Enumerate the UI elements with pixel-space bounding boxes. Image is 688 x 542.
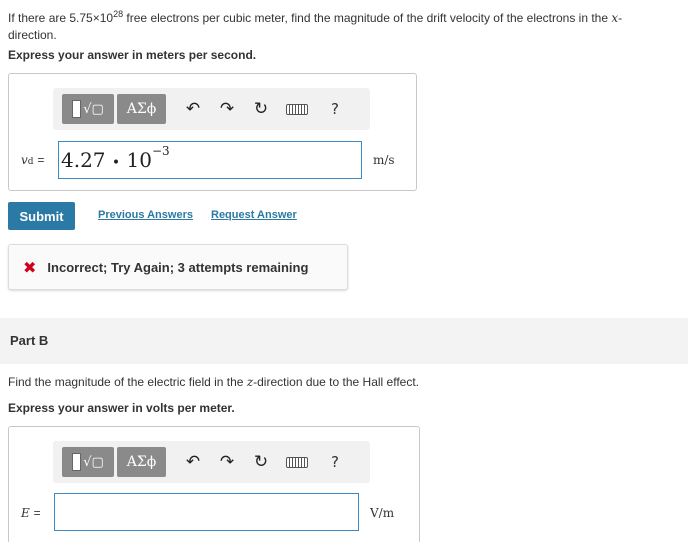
part-b-header[interactable]: Part B (0, 318, 688, 364)
question-text-line2: direction. (8, 28, 57, 42)
fraction-sqrt-icon (72, 100, 82, 118)
math-toolbar: √▢ ΑΣϕ ↶ ↷ ↻ ? (53, 441, 370, 483)
help-button[interactable]: ? (324, 96, 346, 122)
equals-sign: = (37, 153, 45, 167)
feedback-message: ✖ Incorrect; Try Again; 3 attempts remai… (8, 244, 348, 290)
request-answer-link[interactable]: Request Answer (211, 209, 297, 221)
var-main: v (21, 153, 28, 167)
part-b-instruction: Express your answer in volts per meter. (8, 401, 235, 415)
redo-icon[interactable]: ↷ (214, 96, 240, 122)
previous-answers-link[interactable]: Previous Answers (98, 209, 193, 221)
part-a-answer-input[interactable]: 4.27 • 10−3 (58, 141, 362, 179)
keyboard-icon[interactable] (284, 449, 310, 475)
unit-label: m/s (373, 153, 395, 167)
question-text-cont: -direction due to the Hall effect. (253, 375, 420, 389)
question-text-cont: free electrons per cubic meter, find the… (123, 11, 612, 25)
answer-exponent: −3 (151, 144, 170, 159)
answer-mantissa: 4.27 (61, 148, 106, 172)
answer-value: 4.27 • 10−3 (61, 144, 170, 172)
greek-symbols-button[interactable]: ΑΣϕ (117, 94, 166, 124)
answer-base: 10 (126, 148, 152, 172)
templates-button[interactable]: √▢ (62, 94, 114, 124)
question-exponent: 28 (113, 9, 124, 19)
part-b-question: Find the magnitude of the electric field… (8, 374, 419, 391)
keyboard-icon[interactable] (284, 96, 310, 122)
answer-variable-label: E = (21, 506, 41, 520)
help-button[interactable]: ? (324, 449, 346, 475)
redo-icon[interactable]: ↷ (214, 449, 240, 475)
answer-variable-label: vd = (21, 153, 44, 167)
part-a-answer-box: √▢ ΑΣϕ ↶ ↷ ↻ ? vd = 4.27 • 10−3 m/s (8, 73, 417, 191)
part-a-question: If there are 5.75×1028 free electrons pe… (8, 6, 688, 44)
submit-button[interactable]: Submit (8, 202, 75, 230)
reset-icon[interactable]: ↻ (248, 96, 274, 122)
templates-button[interactable]: √▢ (62, 447, 114, 477)
part-b-title: Part B (10, 333, 49, 348)
part-a-instruction: Express your answer in meters per second… (8, 48, 257, 62)
fraction-sqrt-icon (72, 453, 82, 471)
question-text: Find the magnitude of the electric field… (8, 375, 247, 389)
equals-sign: = (33, 506, 41, 520)
part-b-answer-box: √▢ ΑΣϕ ↶ ↷ ↻ ? E = V/m (8, 426, 420, 542)
undo-icon[interactable]: ↶ (180, 96, 206, 122)
question-text: If there are 5.75×10 (8, 11, 114, 25)
unit-label: V/m (370, 506, 395, 520)
reset-icon[interactable]: ↻ (248, 449, 274, 475)
x-icon: ✖ (23, 257, 37, 277)
feedback-text: Incorrect; Try Again; 3 attempts remaini… (47, 259, 309, 275)
greek-symbols-button[interactable]: ΑΣϕ (117, 447, 166, 477)
part-b-answer-input[interactable] (54, 493, 359, 531)
var-sub: d (27, 157, 34, 167)
math-toolbar: √▢ ΑΣϕ ↶ ↷ ↻ ? (53, 88, 370, 130)
undo-icon[interactable]: ↶ (180, 449, 206, 475)
question-text-end: - (618, 11, 623, 25)
var-main: E (21, 506, 30, 520)
answer-dot: • (111, 155, 121, 171)
